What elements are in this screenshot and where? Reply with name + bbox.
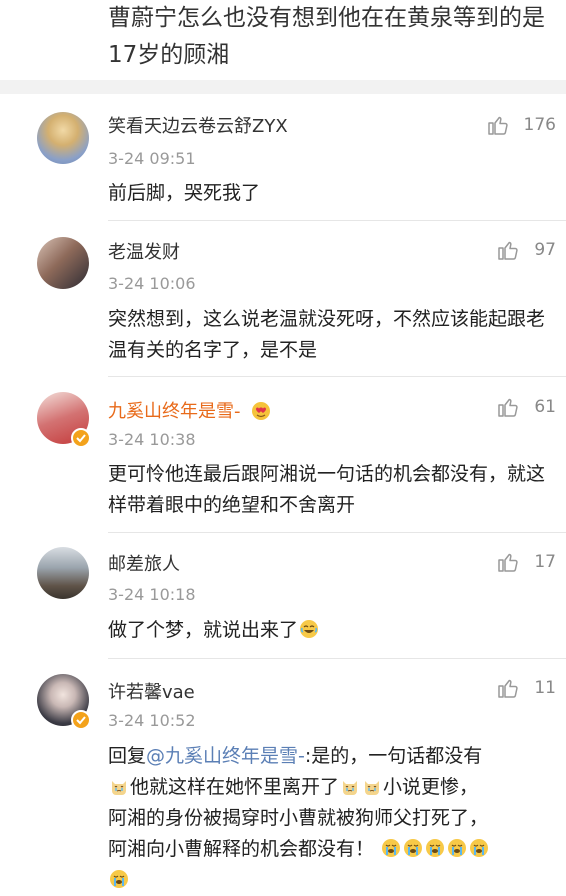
thumbs-up-icon: [498, 553, 519, 572]
comment-item: 笑看天边云卷云舒ZYX 176 3-24 09:51 前后脚，哭死我了: [0, 94, 566, 220]
comment-item: 邮差旅人 17 3-24 10:18 做了个梦，就说出来了: [0, 532, 566, 658]
thumbs-up-icon: [487, 116, 508, 135]
username[interactable]: 老温发财: [108, 238, 180, 264]
crown-heart-emoji: [252, 402, 271, 420]
sob-emoji: [470, 839, 489, 857]
thumbs-up-icon: [498, 679, 519, 698]
comment-text-5: 阿湘向小曹解释的机会都没有！: [108, 838, 375, 860]
comment-text: 更可怜他连最后跟阿湘说一句话的机会都没有，就这样带着眼中的绝望和不舍离开: [108, 463, 546, 516]
avatar[interactable]: [37, 547, 89, 599]
cat-cry-emoji: [365, 781, 380, 795]
comment-text-content: 做了个梦，就说出来了: [108, 619, 299, 641]
sob-emoji: [448, 839, 467, 857]
username[interactable]: 许若馨vae: [108, 678, 195, 704]
comment-item: 九奚山终年是雪- 61 3-24 10:38 更可怜他连最后跟阿湘说一句话的机会…: [0, 376, 566, 532]
comment-item: 许若馨vae 11 3-24 10:52 回复@九奚山终年是雪-:是的，一句话都…: [0, 658, 566, 888]
timestamp: 3-24 09:51: [108, 149, 196, 168]
timestamp: 3-24 10:06: [108, 274, 196, 293]
comment-text: 前后脚，哭死我了: [108, 182, 261, 204]
timestamp: 3-24 10:18: [108, 585, 196, 604]
sob-emoji: [404, 839, 423, 857]
like-count: 11: [534, 678, 556, 698]
reply-prefix: 回复: [108, 745, 147, 767]
section-gap: [0, 80, 566, 94]
username-text: 九奚山终年是雪-: [108, 401, 241, 422]
like-button[interactable]: 176: [486, 113, 556, 137]
verified-badge: [71, 428, 91, 448]
username[interactable]: 九奚山终年是雪-: [108, 397, 272, 423]
comment-text-1: :是的，一句话都没有: [304, 745, 483, 767]
username-text: 笑看天边云卷云舒ZYX: [108, 116, 288, 137]
like-button[interactable]: 11: [496, 676, 556, 700]
username-text: 许若馨vae: [108, 682, 195, 703]
timestamp: 3-24 10:52: [108, 711, 196, 730]
comment-item: 老温发财 97 3-24 10:06 突然想到，这么说老温就没死呀，不然应该能起…: [0, 220, 566, 376]
like-count: 17: [534, 552, 556, 572]
cat-cry-emoji: [343, 781, 358, 795]
comment-text: 突然想到，这么说老温就没死呀，不然应该能起跟老温有关的名字了，是不是: [108, 308, 546, 361]
comment-text: 做了个梦，就说出来了: [108, 615, 553, 646]
post-text: 曹蔚宁怎么也没有想到他在在黄泉等到的是17岁的顾湘: [108, 5, 545, 68]
like-button[interactable]: 61: [496, 395, 556, 419]
username[interactable]: 笑看天边云卷云舒ZYX: [108, 112, 288, 138]
comment-text-2: 他就这样在她怀里离开了: [130, 776, 340, 798]
sob-emoji: [382, 839, 401, 857]
comment-text-4: 阿湘的身份被揭穿时小曹就被狗师父打死了，: [108, 807, 489, 829]
cat-cry-emoji: [112, 781, 126, 795]
verified-badge: [71, 710, 91, 730]
username[interactable]: 邮差旅人: [108, 550, 180, 576]
mention-link[interactable]: @九奚山终年是雪-: [146, 745, 305, 767]
like-button[interactable]: 17: [496, 550, 556, 574]
avatar[interactable]: [37, 237, 89, 289]
like-count: 176: [523, 115, 556, 135]
avatar[interactable]: [37, 112, 89, 164]
like-count: 97: [534, 240, 556, 260]
like-count: 61: [534, 397, 556, 417]
username-text: 邮差旅人: [108, 554, 180, 575]
like-button[interactable]: 97: [496, 238, 556, 262]
comment-text-3: 小说更惨，: [383, 776, 479, 798]
thumbs-up-icon: [498, 398, 519, 417]
sob-emoji: [426, 839, 445, 857]
username-text: 老温发财: [108, 242, 180, 263]
sob-emoji: [110, 870, 128, 888]
thumbs-up-icon: [498, 241, 519, 260]
timestamp: 3-24 10:38: [108, 430, 196, 449]
post-header: 曹蔚宁怎么也没有想到他在在黄泉等到的是17岁的顾湘: [0, 0, 566, 80]
laugh-cry-emoji: [300, 620, 319, 638]
comment-text: 回复@九奚山终年是雪-:是的，一句话都没有 他就这样在她怀里离开了 小说更惨， 阿…: [108, 741, 553, 896]
